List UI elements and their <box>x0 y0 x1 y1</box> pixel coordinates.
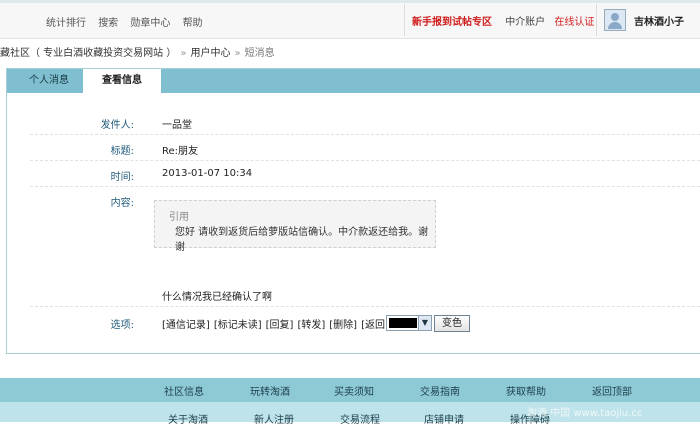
footer-link-notice[interactable]: 买卖须知 <box>334 383 374 398</box>
footer-link-guide[interactable]: 交易指南 <box>420 383 460 398</box>
breadcrumb-sep: » <box>180 48 187 59</box>
divider <box>404 4 405 36</box>
footer-link-process[interactable]: 交易流程 <box>340 411 380 426</box>
breadcrumb: 藏社区（ 专业白酒收藏投资交易网站 ）» 用户中心» 短消息 <box>0 44 275 59</box>
color-swatch <box>389 318 417 328</box>
back-link[interactable]: [返回] <box>361 320 389 331</box>
top-strip <box>0 0 700 3</box>
watermark: 淘酒.中国 www.taojiu.cc <box>527 408 643 419</box>
breadcrumb-site[interactable]: 藏社区（ 专业白酒收藏投资交易网站 ） <box>0 48 176 59</box>
top-nav: 统计排行 搜索 勋章中心 帮助 <box>46 14 212 29</box>
reply-link[interactable]: [回复] <box>266 320 294 331</box>
nav-medals[interactable]: 勋章中心 <box>130 18 170 29</box>
footer-link-register[interactable]: 新人注册 <box>254 411 294 426</box>
top-bar: 统计排行 搜索 勋章中心 帮助 新手报到试帖专区 中介账户 在线认证 吉林酒小子 <box>0 0 700 39</box>
mark-unread-link[interactable]: [标记未读] <box>214 320 262 331</box>
nav-search[interactable]: 搜索 <box>98 18 118 29</box>
history-link[interactable]: [通信记录] <box>162 320 210 331</box>
subject-label: 标题: <box>110 146 134 157</box>
chevron-down-icon[interactable]: ▼ <box>418 316 431 330</box>
sender-value[interactable]: 一品堂 <box>162 116 192 131</box>
breadcrumb-sep: » <box>234 48 241 59</box>
tab-bar: 个人消息 查看信息 <box>7 69 700 93</box>
tab-view-message[interactable]: 查看信息 <box>83 69 161 93</box>
footer-link-about[interactable]: 关于淘酒 <box>168 411 208 426</box>
time-row: 时间: 2013-01-07 10:34 <box>30 162 700 187</box>
sender-label: 发件人: <box>100 120 134 131</box>
footer-link-help[interactable]: 获取帮助 <box>506 383 546 398</box>
options-actions: [通信记录] [标记未读] [回复] [转发] [删除] [返回] <box>162 316 393 331</box>
change-color-button[interactable]: 变色 <box>434 315 470 332</box>
subject-value: Re:朋友 <box>162 146 199 157</box>
footer-link-community[interactable]: 社区信息 <box>164 383 204 398</box>
tab-personal-messages[interactable]: 个人消息 <box>17 69 81 93</box>
delete-link[interactable]: [删除] <box>329 320 357 331</box>
newbie-link[interactable]: 新手报到试帖专区 <box>412 17 492 28</box>
footer-nav: 社区信息 玩转淘酒 买卖须知 交易指南 获取帮助 返回顶部 <box>0 378 700 402</box>
content-label: 内容: <box>110 198 134 209</box>
time-value: 2013-01-07 10:34 <box>162 168 253 179</box>
footer-link-top[interactable]: 返回顶部 <box>592 383 632 398</box>
forward-link[interactable]: [转发] <box>297 320 325 331</box>
nav-help[interactable]: 帮助 <box>183 18 203 29</box>
reply-text: 什么情况我已经确认了啊 <box>162 292 272 303</box>
nav-stats[interactable]: 统计排行 <box>46 18 86 29</box>
footer-link-play[interactable]: 玩转淘酒 <box>250 383 290 398</box>
top-right-links: 新手报到试帖专区 中介账户 在线认证 <box>412 13 594 28</box>
breadcrumb-current: 短消息 <box>244 48 275 59</box>
divider <box>596 4 597 36</box>
subject-row: 标题: Re:朋友 <box>30 136 700 161</box>
quote-box: 引用 您好 请收到返货后给萝版站信确认。中介款返还给我。谢谢 <box>154 200 436 253</box>
breadcrumb-user-center[interactable]: 用户中心 <box>190 48 230 59</box>
verify-link[interactable]: 在线认证 <box>554 17 594 28</box>
color-select[interactable]: ▼ <box>386 315 432 331</box>
escrow-account-link[interactable]: 中介账户 <box>505 17 545 28</box>
time-label: 时间: <box>110 172 134 183</box>
quote-title: 引用 <box>169 212 189 223</box>
username[interactable]: 吉林酒小子 <box>634 13 684 28</box>
user-avatar-icon[interactable] <box>604 9 626 31</box>
sender-row: 发件人: 一品堂 <box>30 110 700 135</box>
footer-link-shop[interactable]: 店铺申请 <box>424 411 464 426</box>
quote-body: 您好 请收到返货后给萝版站信确认。中介款返还给我。谢谢 <box>175 227 429 253</box>
options-label: 选项: <box>110 320 134 331</box>
